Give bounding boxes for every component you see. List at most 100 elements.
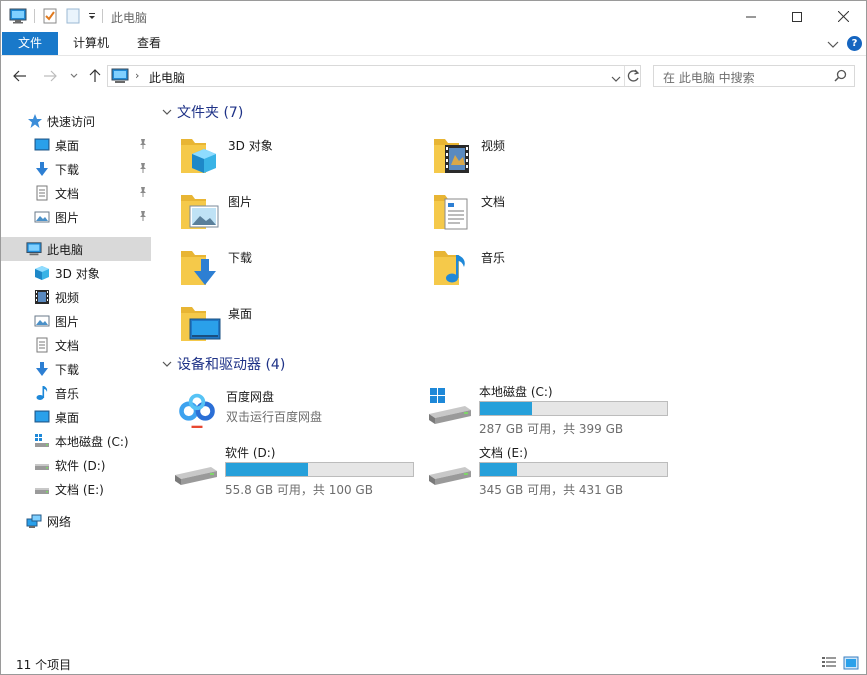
device-subtitle: 双击运行百度网盘 — [226, 410, 323, 424]
up-button[interactable] — [86, 67, 104, 85]
sidebar-item-network[interactable]: 网络 — [1, 509, 151, 533]
sidebar-item-pictures-pinned[interactable]: 图片 — [1, 205, 151, 229]
title-bar: 此电脑 — [1, 1, 866, 32]
sidebar-item-label: 下载 — [55, 163, 80, 177]
sidebar-item-documents-pinned[interactable]: 文档 — [1, 181, 151, 205]
sidebar-item-desktop[interactable]: 桌面 — [1, 405, 151, 429]
sidebar-item-downloads-pinned[interactable]: 下载 — [1, 157, 151, 181]
folder-downloads[interactable]: 下载 — [178, 245, 418, 293]
picture-icon — [34, 211, 50, 223]
drive-usage-fill — [480, 463, 518, 476]
address-dropdown-icon[interactable] — [611, 72, 621, 86]
drive-usage-bar — [479, 401, 668, 416]
sidebar-item-drive-d[interactable]: 软件 (D:) — [1, 453, 151, 477]
folder-music[interactable]: 音乐 — [431, 245, 671, 293]
back-button[interactable] — [11, 67, 29, 85]
details-view-icon[interactable] — [821, 656, 837, 673]
device-baidu-netdisk[interactable]: 百度网盘 双击运行百度网盘 — [174, 387, 424, 437]
drive-e[interactable]: 文档 (E:) 345 GB 可用，共 431 GB — [427, 443, 677, 497]
address-bar[interactable]: › 此电脑 — [107, 65, 641, 87]
desktop-folder-icon — [181, 307, 221, 341]
sidebar-item-label: 图片 — [55, 315, 80, 329]
drive-name: 本地磁盘 (C:) — [479, 385, 553, 399]
large-icons-view-icon[interactable] — [843, 656, 859, 673]
explorer-window: 此电脑 文件 计算机 查看 ? › 此电脑 在 此电脑 中搜索 快速访问 桌面 … — [0, 0, 867, 675]
properties-icon[interactable] — [43, 7, 57, 25]
customize-qa-icon[interactable] — [87, 7, 97, 25]
sidebar-item-label: 文档 — [55, 339, 80, 353]
folder-label: 音乐 — [481, 251, 506, 265]
baidu-netdisk-icon — [179, 393, 215, 428]
minimize-button[interactable] — [728, 1, 774, 32]
help-button[interactable]: ? — [847, 36, 862, 51]
sidebar-item-this-pc[interactable]: 此电脑 — [1, 237, 151, 261]
section-title: 文件夹 (7) — [177, 105, 244, 121]
picture-icon — [34, 315, 50, 327]
search-icon[interactable] — [834, 69, 847, 85]
drive-d[interactable]: 软件 (D:) 55.8 GB 可用，共 100 GB — [173, 443, 423, 497]
sidebar-item-videos[interactable]: 视频 — [1, 285, 151, 309]
devices-section-header[interactable]: 设备和驱动器 (4) — [161, 354, 285, 374]
sidebar-item-label: 下载 — [55, 363, 80, 377]
computer-icon — [111, 68, 129, 87]
navigation-pane: 快速访问 桌面 下载 文档 图片 此电脑 3D 对象 视频 图片 文档 下载 音… — [1, 101, 151, 651]
star-icon — [28, 114, 42, 128]
tab-computer[interactable]: 计算机 — [61, 32, 121, 55]
sidebar-item-documents[interactable]: 文档 — [1, 333, 151, 357]
folder-label: 桌面 — [228, 307, 253, 321]
folder-label: 文档 — [481, 195, 506, 209]
folder-documents[interactable]: 文档 — [431, 189, 671, 237]
breadcrumb-chevron-icon[interactable]: › — [135, 69, 139, 82]
chevron-down-icon — [162, 109, 172, 115]
sidebar-item-label: 软件 (D:) — [55, 459, 106, 473]
sidebar-item-drive-e[interactable]: 文档 (E:) — [1, 477, 151, 501]
forward-button[interactable] — [41, 67, 59, 85]
search-input[interactable]: 在 此电脑 中搜索 — [653, 65, 855, 87]
system-drive-icon — [429, 388, 471, 424]
breadcrumb-this-pc[interactable]: 此电脑 — [149, 69, 185, 86]
tab-file[interactable]: 文件 — [2, 32, 58, 55]
recent-locations-button[interactable] — [65, 67, 83, 85]
sidebar-item-music[interactable]: 音乐 — [1, 381, 151, 405]
close-button[interactable] — [820, 1, 866, 32]
folder-desktop[interactable]: 桌面 — [178, 301, 418, 349]
section-title: 设备和驱动器 (4) — [177, 357, 286, 373]
sidebar-item-desktop-pinned[interactable]: 桌面 — [1, 133, 151, 157]
maximize-button[interactable] — [774, 1, 820, 32]
desktop-icon — [34, 410, 50, 423]
sidebar-item-label: 网络 — [47, 515, 72, 529]
qa-separator — [34, 9, 35, 23]
pin-icon[interactable] — [138, 162, 148, 174]
sidebar-item-quick-access[interactable]: 快速访问 — [1, 109, 151, 133]
tab-view[interactable]: 查看 — [125, 32, 173, 55]
sidebar-item-3d-objects[interactable]: 3D 对象 — [1, 261, 151, 285]
pin-icon[interactable] — [138, 186, 148, 198]
drive-size: 287 GB 可用，共 399 GB — [479, 422, 624, 436]
music-note-icon — [36, 386, 48, 400]
expand-ribbon-icon[interactable] — [827, 39, 839, 53]
download-arrow-icon — [36, 362, 48, 376]
sidebar-item-drive-c[interactable]: 本地磁盘 (C:) — [1, 429, 151, 453]
drive-icon — [35, 488, 49, 494]
new-folder-icon[interactable] — [66, 7, 80, 25]
sidebar-item-downloads[interactable]: 下载 — [1, 357, 151, 381]
refresh-icon[interactable] — [627, 69, 640, 86]
status-bar: 11 个项目 — [1, 651, 866, 674]
sidebar-item-label: 视频 — [55, 291, 80, 305]
download-arrow-icon — [36, 162, 48, 176]
drive-c[interactable]: 本地磁盘 (C:) 287 GB 可用，共 399 GB — [427, 382, 677, 436]
desktop-icon — [34, 138, 50, 151]
pin-icon[interactable] — [138, 138, 148, 150]
drive-icon — [429, 467, 471, 485]
pin-icon[interactable] — [138, 210, 148, 222]
drive-usage-fill — [226, 463, 309, 476]
sidebar-item-pictures[interactable]: 图片 — [1, 309, 151, 333]
drive-usage-bar — [225, 462, 414, 477]
folders-section-header[interactable]: 文件夹 (7) — [161, 102, 243, 122]
folder-3d-objects[interactable]: 3D 对象 — [178, 133, 418, 181]
folder-videos[interactable]: 视频 — [431, 133, 671, 181]
folder-pictures[interactable]: 图片 — [178, 189, 418, 237]
drive-name: 文档 (E:) — [479, 446, 528, 460]
search-placeholder: 在 此电脑 中搜索 — [663, 71, 755, 85]
sidebar-item-label: 3D 对象 — [55, 267, 100, 281]
